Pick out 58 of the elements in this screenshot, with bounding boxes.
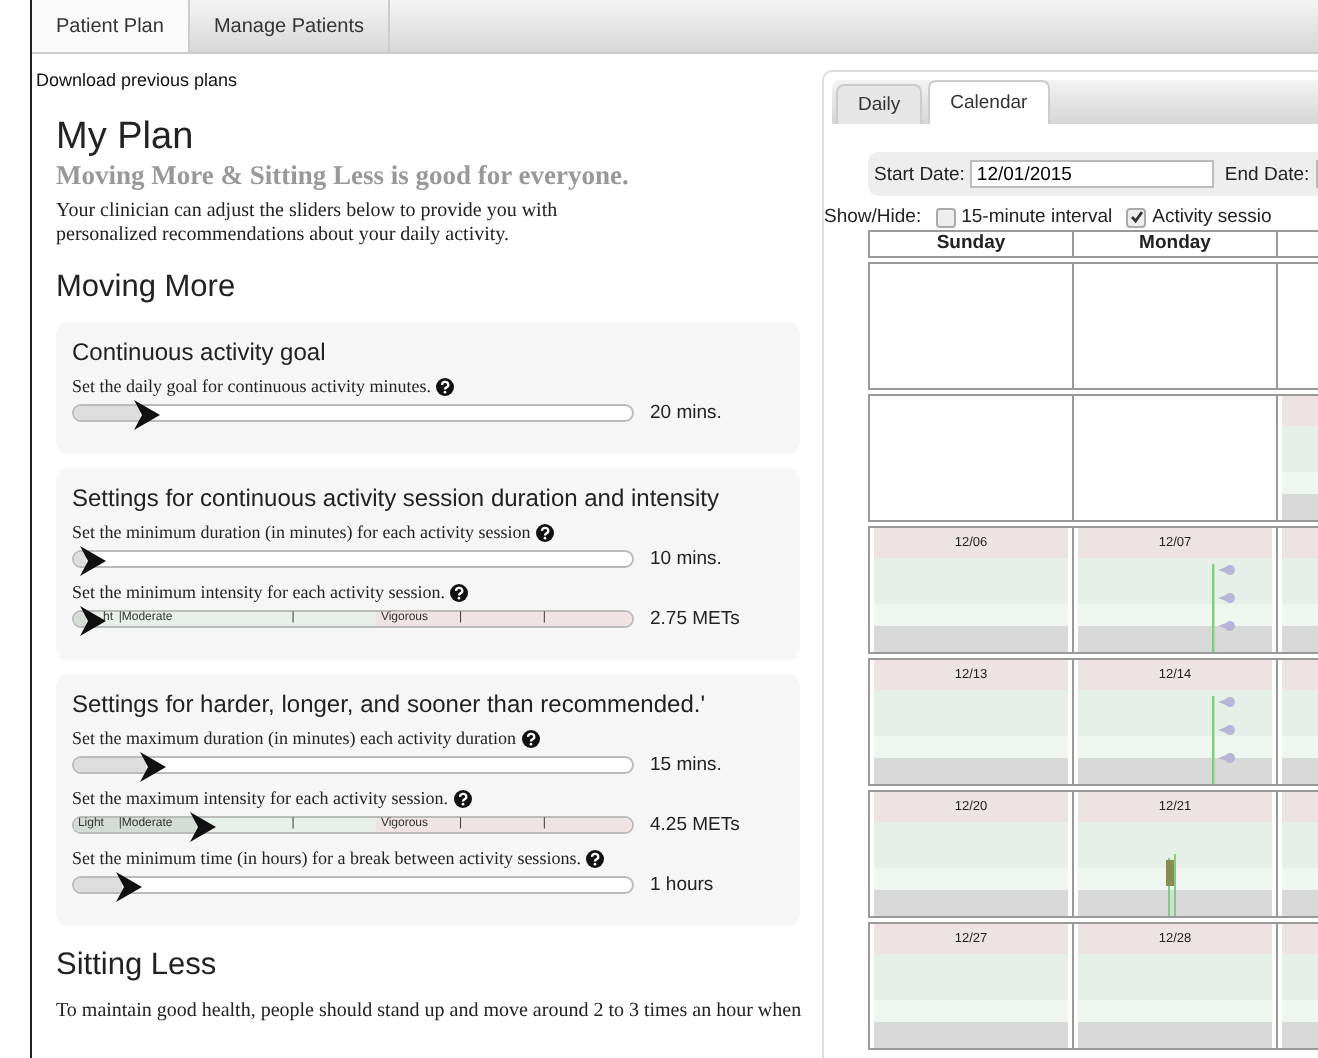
slider-label: Set the minimum time (in hours) for a break between activity sessions.	[72, 848, 581, 868]
slider-value: 2.75 METs	[650, 608, 740, 630]
day-header: Monday	[1072, 230, 1278, 258]
slider-value: 1 hours	[650, 874, 714, 896]
help-icon[interactable]	[536, 523, 555, 541]
view-tab[interactable]: Daily	[836, 84, 923, 124]
description-text: Your clinician can adjust the sliders below to provide you with personalized recommendations about your daily activity.	[56, 200, 560, 248]
nav-tab[interactable]: Manage Patients	[189, 0, 390, 52]
help-icon[interactable]	[436, 377, 455, 395]
nav-tab[interactable]: Patient Plan	[32, 0, 190, 52]
slider-label: Set the maximum duration (in minutes) each activity duration	[72, 728, 516, 748]
slider-fill	[74, 612, 86, 626]
help-icon[interactable]	[521, 729, 540, 747]
card-title: Continuous activity goal	[72, 338, 328, 366]
slider-thumb[interactable]	[190, 812, 217, 842]
slider-fill	[74, 552, 86, 566]
calendar-day-cell[interactable]	[1072, 394, 1278, 522]
page-title: My Plan	[56, 116, 196, 160]
card-title: Settings for harder, longer, and sooner than recommended.'	[72, 690, 707, 718]
slider-label: Set the minimum intensity for each activity session.	[72, 582, 445, 602]
download-link[interactable]: Download previous plans	[36, 70, 238, 90]
slider-label: Set the maximum intensity for each activity session.	[72, 788, 448, 808]
help-icon[interactable]	[450, 583, 469, 601]
day-header: Sunday	[868, 230, 1074, 258]
calendar-day-cell[interactable]	[868, 262, 1074, 390]
view-tab[interactable]: Calendar	[928, 80, 1050, 124]
help-icon[interactable]	[586, 849, 605, 867]
calendar-day-cell[interactable]	[868, 394, 1074, 522]
slider-fill	[74, 406, 141, 420]
slider-value: 15 mins.	[650, 754, 722, 776]
slider-thumb[interactable]	[140, 752, 167, 782]
section-heading: Moving More	[56, 270, 238, 306]
checkbox-label: 15-minute interval	[961, 206, 1113, 228]
slider-label: Set the daily goal for continuous activity minutes.	[72, 376, 431, 396]
slider-fill	[74, 878, 122, 892]
field-label: Start Date:	[874, 163, 965, 185]
field-label: End Date:	[1224, 163, 1310, 185]
slider-thumb[interactable]	[115, 872, 142, 902]
checkbox-label: Activity sessio	[1152, 206, 1272, 228]
slider-fill	[74, 818, 197, 832]
slider-label: Set the minimum duration (in minutes) for each activity session	[72, 522, 531, 542]
start-date-field[interactable]: 12/01/2015	[970, 160, 1215, 188]
checkbox[interactable]	[1126, 207, 1147, 227]
slider-value: 20 mins.	[650, 402, 722, 424]
show-hide-label: Show/Hide:	[824, 206, 922, 228]
calendar-day-cell[interactable]	[1072, 262, 1278, 390]
page-subtitle: Moving More & Sitting Less is good for everyone.	[56, 160, 631, 192]
section-heading: Sitting Less	[56, 948, 219, 984]
slider-value: 10 mins.	[650, 548, 722, 570]
slider-thumb[interactable]	[134, 400, 161, 430]
sitting-less-text: To maintain good health, people should stand up and move around 2 to 3 times an hour when	[56, 1000, 804, 1022]
slider-fill	[74, 758, 147, 772]
help-icon[interactable]	[453, 789, 472, 807]
slider-value: 4.25 METs	[650, 814, 740, 836]
slider-thumb[interactable]	[79, 546, 106, 576]
checkbox[interactable]	[935, 207, 956, 227]
card-title: Settings for continuous activity session duration and intensity	[72, 484, 722, 512]
slider-thumb[interactable]	[79, 606, 106, 636]
